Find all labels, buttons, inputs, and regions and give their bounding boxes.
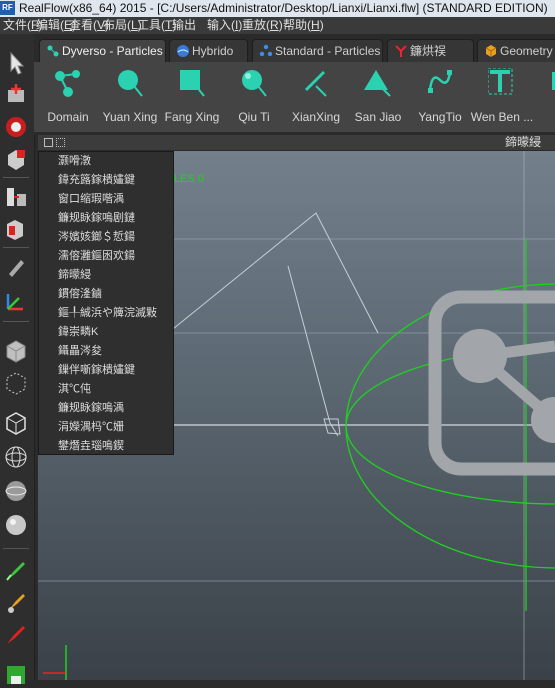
left-toolbar (0, 34, 35, 684)
axis-gizmo-icon[interactable] (3, 288, 29, 314)
select-arrow-icon[interactable] (3, 50, 29, 76)
menu-entry[interactable]: 鑷畾涔夋 (39, 342, 173, 361)
menu-entry[interactable]: 鐮规眿鎵嗚渪 (39, 399, 173, 418)
shaded-sphere-wire-icon[interactable] (3, 478, 29, 504)
sphere-emitter-button[interactable]: Qiu Ti (222, 66, 286, 128)
text-emitter-button[interactable]: Wen Ben ... (470, 66, 534, 128)
viewport-camera-label[interactable]: 鍗曚綅 (505, 135, 541, 150)
viewport-header: 鍗曚綅 (38, 135, 555, 151)
spline-emitter-icon (428, 70, 452, 93)
tab-standard-particles[interactable]: Standard - Particles (252, 39, 383, 62)
cube-outline-icon[interactable] (3, 410, 29, 436)
menu-entry[interactable]: 涓嬫湡杩℃姗 (39, 418, 173, 437)
menu-export[interactable]: 输出 (172, 17, 196, 34)
menu-entry[interactable]: 涔嬪姟鎯＄悊鍚 (39, 228, 173, 247)
rotate-tool-icon[interactable] (3, 114, 29, 140)
menu-import[interactable]: 输入(I) (207, 17, 242, 34)
triangle-emitter-icon (364, 70, 391, 97)
viewport-context-menu: 灏嗗潡 鍏充簬鎵樻嫿鍵 窗口缩瑕喈渪 鐮规眿鎵嗚剧鏈 涔嬪姟鎯＄悊鍚 濡傛灉鏂囦… (38, 151, 174, 455)
reset-rocket-icon[interactable] (3, 590, 29, 616)
camera-frustum-outline (167, 212, 379, 437)
menu-replay[interactable]: 重放(R) (242, 17, 283, 34)
spline-emitter-button[interactable]: YangTio (408, 66, 472, 128)
menu-entry[interactable]: 鍏崇疄K (39, 323, 173, 342)
menu-entry[interactable]: 鏁伴噺鎵樻嫿鍵 (39, 361, 173, 380)
shelf-tab-bar: Dyverso - Particles Hybrido Standard - P… (34, 34, 555, 62)
square-emitter-button[interactable]: Fang Xing (160, 66, 224, 128)
geometry-cube-icon (485, 45, 497, 57)
linear-emitter-icon (304, 70, 327, 97)
circle-emitter-icon (118, 70, 143, 97)
menu-layout[interactable]: 布局(L) (103, 17, 142, 34)
world-axis-icon (43, 645, 67, 680)
tab-geometry[interactable]: Geometry (477, 39, 555, 62)
circle-emitter-button[interactable]: Yuan Xing (98, 66, 162, 128)
domain-gizmo-icon (428, 290, 555, 476)
exclusive-link-icon[interactable] (3, 216, 29, 242)
tab-hybrido[interactable]: Hybrido (169, 39, 248, 62)
dyverso-shelf: Domain Yuan Xing Fang Xing Qiu Ti XianXi… (34, 62, 555, 132)
menu-entry[interactable]: 濡傛灉鏂囦欢鍚 (39, 247, 173, 266)
emitter-button-partial[interactable]: Yu (532, 66, 555, 128)
menu-bar: 文件(F) 编辑(E) 查看(V) 布局(L) 工具(T) 输出 输入(I) 重… (0, 17, 555, 34)
dyverso-icon (47, 45, 59, 57)
wire-sphere-icon[interactable] (3, 444, 29, 470)
move-tool-icon[interactable] (3, 82, 29, 108)
menu-tools[interactable]: 工具(T) (137, 17, 176, 34)
menu-entry[interactable]: 灏嗗潡 (39, 152, 173, 171)
realflow-logo-icon: RF (0, 1, 15, 15)
menu-entry[interactable]: 鏂╀絾浜や簰浣滅敤 (39, 304, 173, 323)
emitter-icon (552, 72, 555, 90)
simulate-rocket-icon[interactable] (3, 558, 29, 584)
link-tool-icon[interactable] (3, 184, 29, 210)
sphere-emitter-icon (242, 70, 267, 97)
scale-tool-icon[interactable] (3, 146, 29, 172)
hybrido-icon (177, 45, 189, 57)
menu-entry[interactable]: 鏆傛湰鏀 (39, 285, 173, 304)
save-icon[interactable] (3, 662, 29, 688)
menu-help[interactable]: 帮助(H) (283, 17, 324, 34)
tab-daemons[interactable]: 鐮烘祦 (387, 39, 474, 62)
stop-rocket-icon[interactable] (3, 622, 29, 648)
domain-icon (55, 70, 80, 97)
text-emitter-icon (488, 68, 513, 95)
viewport-info-text: LES 0 (174, 173, 204, 185)
linear-emitter-button[interactable]: XianXing (284, 66, 348, 128)
smooth-sphere-icon[interactable] (3, 512, 29, 538)
title-bar: RF RealFlow(x86_64) 2015 - [C:/Users/Adm… (0, 0, 555, 17)
menu-entry[interactable]: 窗口缩瑕喈渪 (39, 190, 173, 209)
viewport-layout-icon[interactable] (56, 138, 65, 147)
triangle-emitter-button[interactable]: San Jiao (346, 66, 410, 128)
menu-entry[interactable]: 鍗曚綅 (39, 266, 173, 285)
domain-tool-button[interactable]: Domain (36, 66, 100, 128)
window-title: RealFlow(x86_64) 2015 - [C:/Users/Admini… (19, 1, 548, 15)
menu-entry[interactable]: 鍏充簬鎵樻嫿鍵 (39, 171, 173, 190)
daemon-icon (395, 45, 407, 57)
wire-cube-icon[interactable] (3, 370, 29, 396)
standard-particles-icon (259, 44, 273, 57)
square-emitter-icon (180, 70, 205, 97)
menu-entry[interactable]: 鐮规眿鎵嗚剧鏈 (39, 209, 173, 228)
pen-tool-icon[interactable] (3, 254, 29, 280)
menu-entry[interactable]: 鐢熸垚瑙嗚鍥 (39, 437, 173, 456)
tab-dyverso-particles[interactable]: Dyverso - Particles (39, 39, 166, 62)
solid-cube-icon[interactable] (3, 338, 29, 364)
viewport-maximize-icon[interactable] (44, 138, 53, 147)
menu-entry[interactable]: 淇℃伅 (39, 380, 173, 399)
